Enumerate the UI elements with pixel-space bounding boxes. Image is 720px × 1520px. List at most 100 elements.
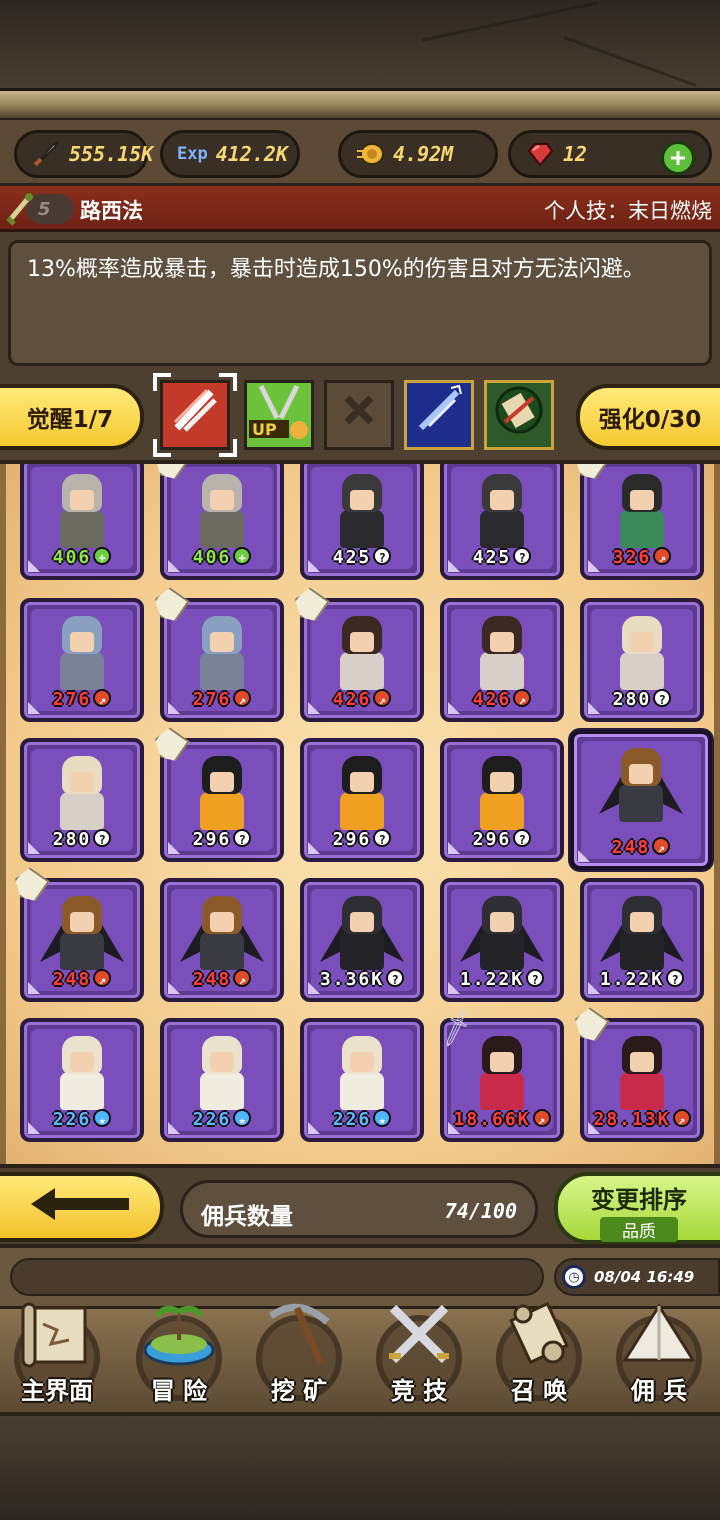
enhance-button[interactable]: 强化0/30 [576,384,720,450]
mercenary-level: 248 ↗ [164,969,280,990]
mercenary-level: 326 ↗ [584,547,700,568]
tab-scroll-skill[interactable] [484,380,554,450]
gem-resource: 12 + [508,130,712,178]
message-bar[interactable] [10,1258,544,1296]
mercenary-card[interactable]: 426 ↗ [300,598,424,722]
mercenary-card[interactable]: 248 ↗ [20,878,144,1002]
nav-adventure[interactable]: 冒 险 [124,1295,234,1415]
mercenary-card[interactable]: 406 + [20,464,144,580]
level-badge-icon: ? [513,829,532,847]
exp-value: 412.2K [215,142,288,166]
mercenary-portrait [470,756,534,834]
mercenary-level: 226 ★ [24,1109,140,1130]
mercenary-card[interactable]: 425? [300,464,424,580]
ruby-icon [525,141,555,167]
count-value: 74/100 [444,1199,517,1223]
level-badge-icon: ? [373,829,392,847]
level-badge-icon: ↗ [532,1109,551,1127]
mercenary-portrait [600,896,684,974]
mercenary-portrait [190,474,254,552]
mercenary-level: 296? [304,829,420,850]
mercenary-card[interactable]: 226 ★ [20,1018,144,1142]
pickaxe-icon [254,1295,344,1375]
mercenary-level: 276 ↗ [24,689,140,710]
skill-description: 13%概率造成暴击，暴击时造成150%的伤害且对方无法闪避。 [8,240,712,366]
ability-tabs: 觉醒1/7 UP 强化0/30 [0,372,720,464]
mercenary-card[interactable]: 296? [440,738,564,862]
gold-resource: 4.92M [338,130,498,178]
mercenary-portrait [190,1036,254,1114]
mercenary-card[interactable]: 296? [300,738,424,862]
mercenary-card[interactable]: 425? [440,464,564,580]
mercenary-card[interactable]: 296? [160,738,284,862]
mercenary-card[interactable]: 1.22K? [440,878,564,1002]
island-icon [134,1295,224,1375]
nav-summon[interactable]: 召 唤 [484,1295,594,1415]
mercenary-card[interactable]: 280? [580,598,704,722]
mercenary-card[interactable]: 226 ★ [160,1018,284,1142]
level-badge-icon: + [233,547,252,565]
tab-upgrade-skill[interactable]: UP [244,380,314,450]
mercenary-card[interactable]: 226 ★ [300,1018,424,1142]
mercenary-card[interactable]: 406 + [160,464,284,580]
mercenary-card[interactable]: 248 ↗ [570,730,712,870]
swords-up-icon: UP [247,378,311,452]
mercenary-portrait [470,616,534,694]
level-badge-icon: ? [93,829,112,847]
mercenary-level: 3.36K? [304,969,420,990]
nav-arena[interactable]: 竞 技 [364,1295,474,1415]
mercenary-portrait [50,474,114,552]
mercenary-card[interactable]: 280? [20,738,144,862]
back-button[interactable] [0,1172,164,1242]
clock-time: 08/04 16:49 [594,1268,695,1286]
weapon-icon [2,188,38,228]
tab-lightning-skill[interactable] [404,380,474,450]
mercenary-level: 28.13K ↗ [584,1109,700,1130]
mercenary-level: 18.66K ↗ [444,1109,560,1130]
clock-icon: ◷ [562,1265,586,1289]
mercenary-level: 296? [164,829,280,850]
mercenary-portrait [50,616,114,694]
bottom-navigation: 主界面 冒 险 挖 矿 竞 技 召 唤 佣 兵 [0,1301,720,1416]
mercenary-level: 276 ↗ [164,689,280,710]
slash-icon [167,382,223,448]
mercenary-card[interactable]: 248 ↗ [160,878,284,1002]
nav-main[interactable]: 主界面 [2,1295,112,1415]
mercenary-card[interactable]: 426 ↗ [440,598,564,722]
tab-slash-skill[interactable] [153,373,237,457]
mercenary-level: 280? [24,829,140,850]
mercenary-card[interactable]: 28.13K ↗ [580,1018,704,1142]
level-badge-icon: ↗ [93,689,112,707]
level-badge-icon: ↗ [233,969,252,987]
mercenary-level: 1.22K? [444,969,560,990]
level-badge-icon: ↗ [672,1109,691,1127]
nav-mining[interactable]: 挖 矿 [244,1295,354,1415]
awaken-button[interactable]: 觉醒1/7 [0,384,144,450]
nav-mercenary[interactable]: 佣 兵 [604,1295,714,1415]
mercenary-card[interactable]: 1.22K? [580,878,704,1002]
lightning-blade-icon [411,382,467,448]
mercenary-portrait [470,1036,534,1114]
mercenary-portrait [190,616,254,694]
mercenary-portrait [599,748,683,826]
mercenary-card[interactable]: 276 ↗ [160,598,284,722]
mercenary-grid[interactable]: 406 + 406 + 425? 425? 326 ↗ 276 ↗ 276 ↗ 426 ↗ 426 ↗ 280?… [0,464,720,1164]
mercenary-level: 248 ↗ [574,837,708,858]
mercenary-portrait [470,474,534,552]
mercenary-card[interactable]: 326 ↗ [580,464,704,580]
level-badge-icon: ★ [93,1109,112,1127]
mercenary-card[interactable]: 276 ↗ [20,598,144,722]
level-badge-icon: ↗ [652,837,671,855]
sort-button[interactable]: 变更排序 品质 [554,1172,720,1244]
level-badge-icon: ? [373,547,392,565]
attack-resource: 555.15K [14,130,153,178]
mercenary-card[interactable]: 3.36K? [300,878,424,1002]
tab-locked-slot[interactable] [324,380,394,450]
add-gems-button[interactable]: + [661,141,695,175]
level-badge-icon: ? [666,969,685,987]
mercenary-level: 406 + [164,547,280,568]
sort-mode: 品质 [600,1217,678,1242]
mercenary-card[interactable]: 18.66K ↗ 🗡 [433,1007,564,1142]
scroll-icon [491,382,547,448]
mercenary-portrait [320,896,404,974]
